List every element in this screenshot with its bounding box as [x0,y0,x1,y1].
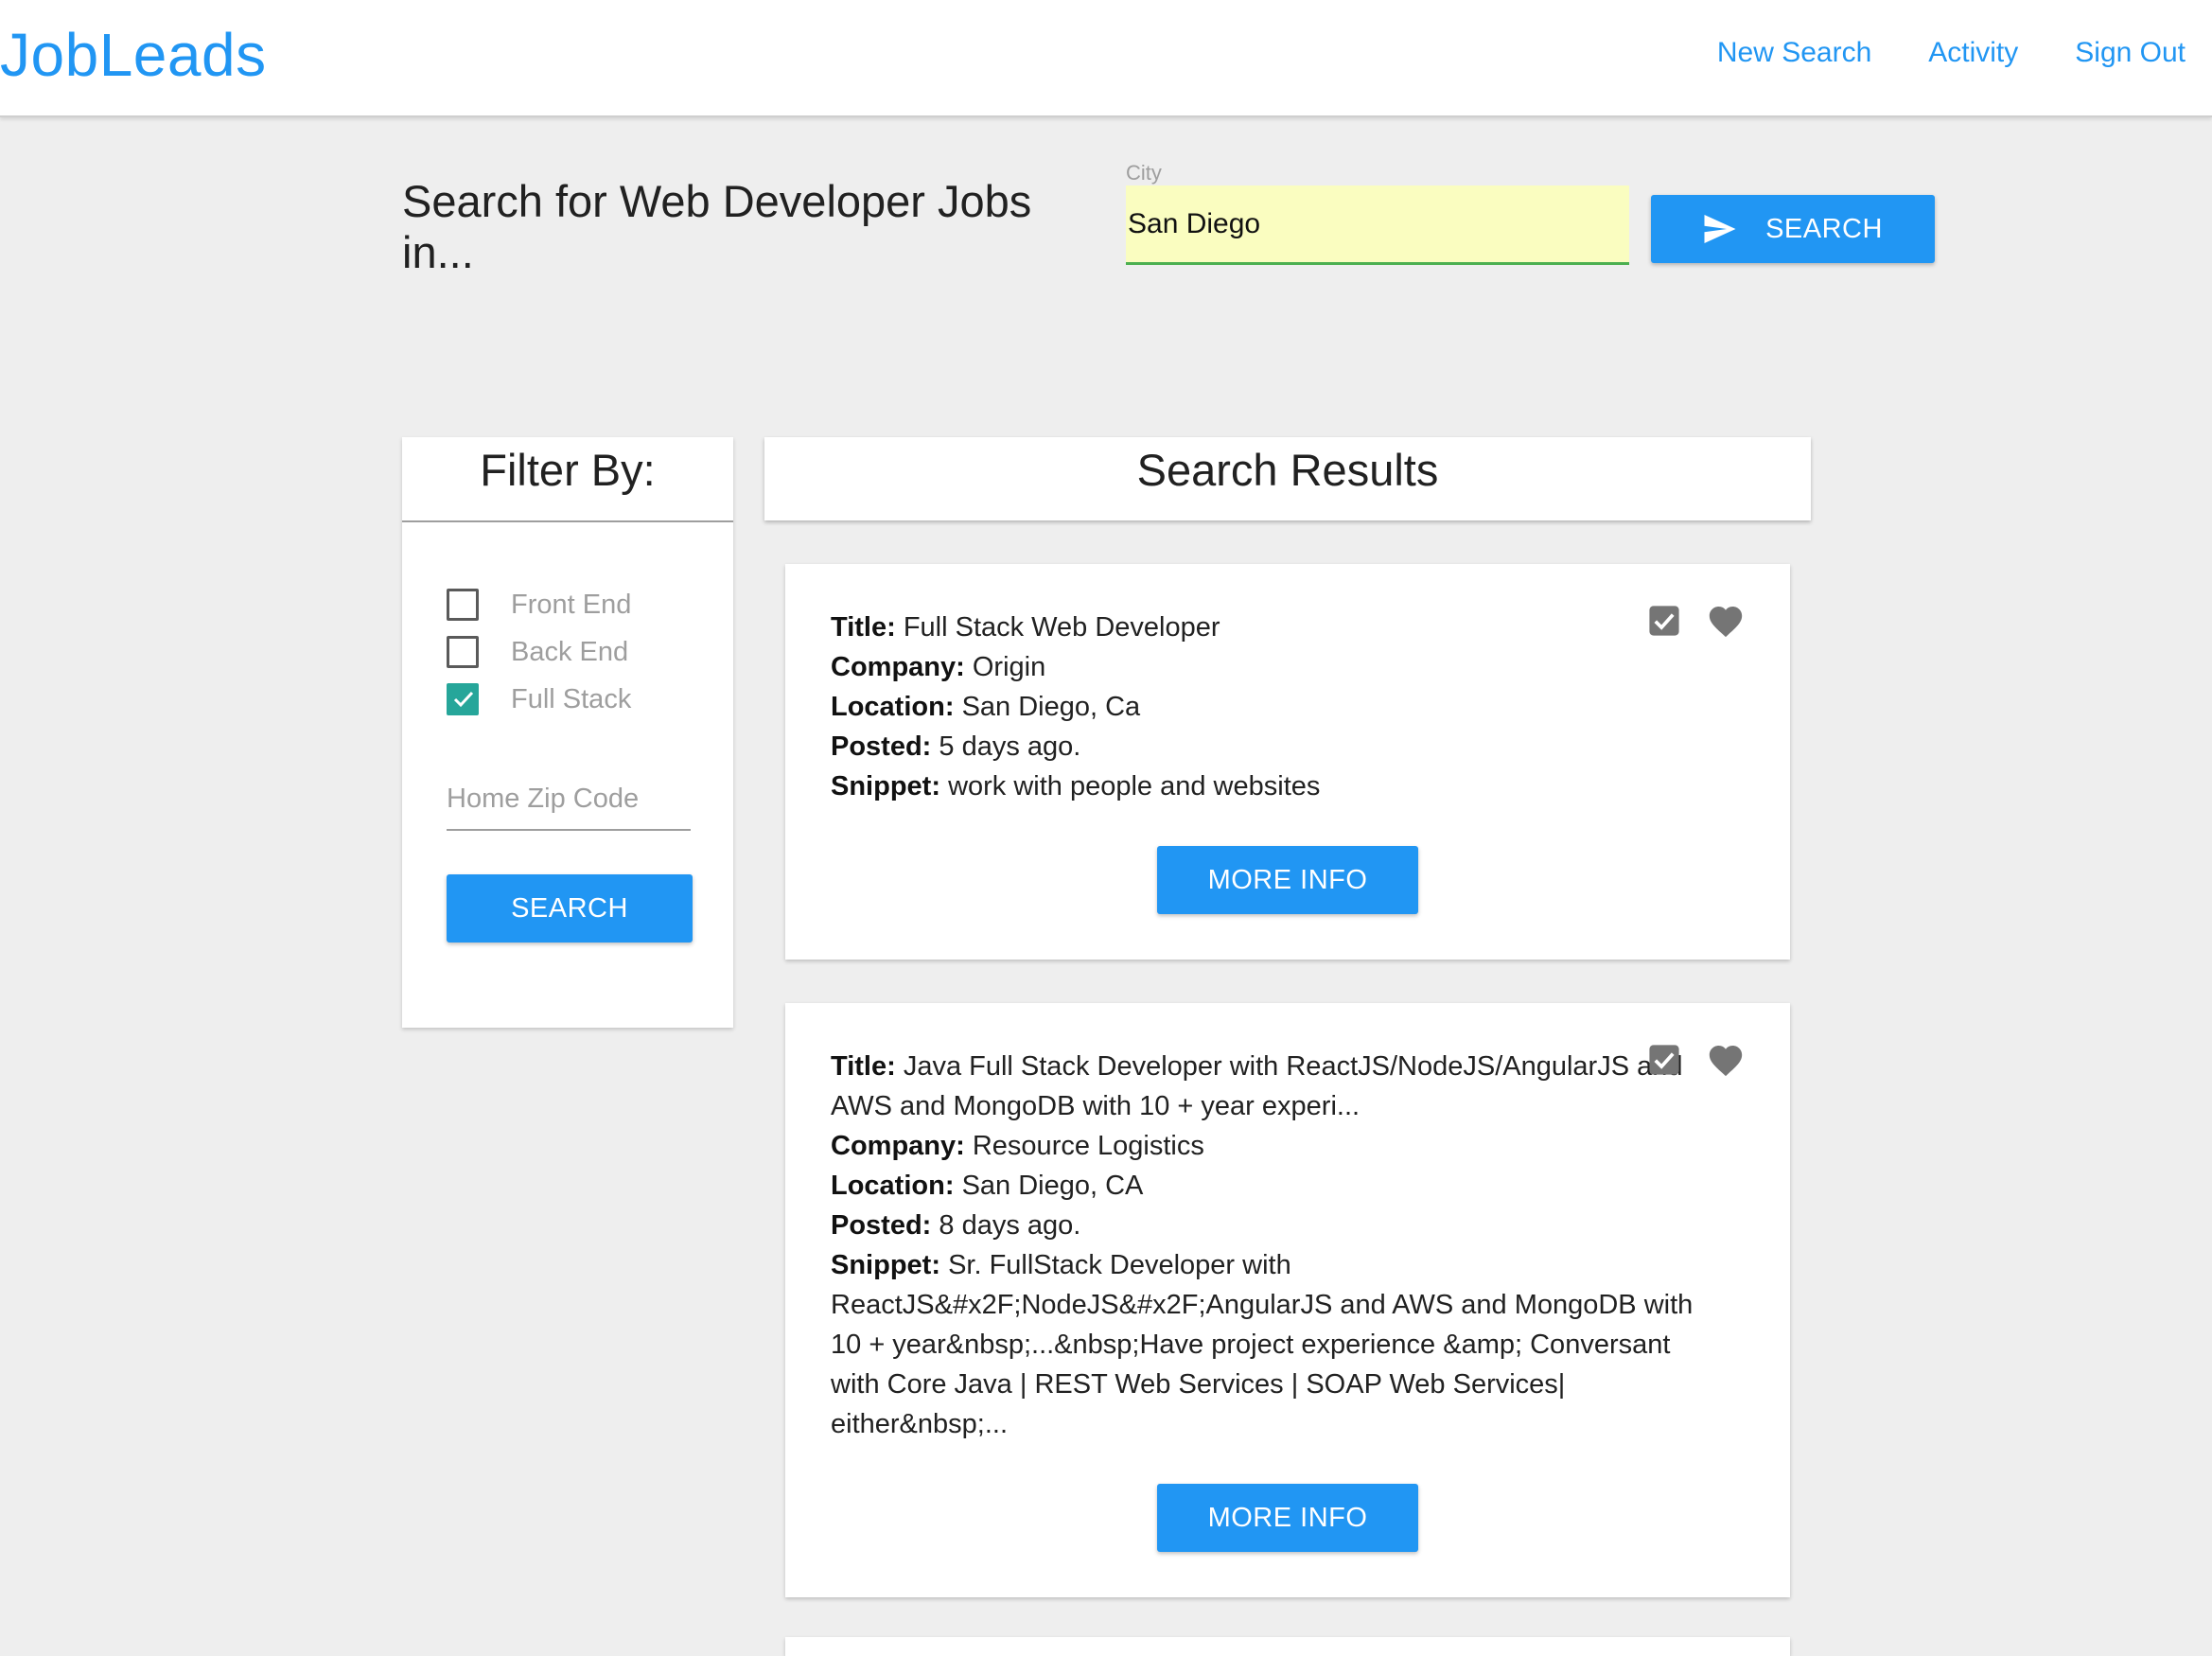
favorite-heart-icon[interactable] [1707,1043,1745,1082]
top-nav: New Search Activity Sign Out [1717,34,2186,72]
job-card [785,1637,1790,1656]
job-posted-row: Posted: 5 days ago. [831,727,1682,766]
back-end-checkbox[interactable] [447,636,479,668]
front-end-label: Front End [511,589,632,620]
job-company: Resource Logistics [972,1131,1204,1161]
filter-panel: Filter By: Front End Back End Full Stack… [402,437,733,1028]
mark-applied-check-icon[interactable] [1648,605,1680,642]
job-fields: Title: Java Full Stack Developer with Re… [831,1047,1701,1444]
field-label: Title: [831,1051,896,1082]
filter-option-front-end[interactable]: Front End [447,581,631,628]
job-location: San Diego, Ca [961,692,1141,722]
favorite-heart-icon[interactable] [1707,604,1745,643]
results-header: Search Results [764,437,1811,520]
job-company: Origin [972,652,1046,682]
front-end-checkbox[interactable] [447,589,479,621]
job-title-row: Title: Full Stack Web Developer [831,608,1682,647]
field-label: Location: [831,692,955,722]
field-label: Company: [831,652,965,682]
filter-option-back-end[interactable]: Back End [447,628,631,676]
nav-activity[interactable]: Activity [1928,34,2018,72]
city-input[interactable] [1126,185,1629,265]
send-icon [1703,215,1737,243]
more-info-button[interactable]: MORE INFO [1157,846,1418,914]
job-title: Java Full Stack Developer with ReactJS/N… [831,1051,1683,1121]
job-snippet-row: Snippet: work with people and websites [831,766,1682,806]
city-search-button[interactable]: SEARCH [1651,195,1935,263]
card-actions [1648,604,1745,643]
job-posted: 5 days ago. [939,731,1081,762]
job-posted-row: Posted: 8 days ago. [831,1206,1701,1245]
card-actions [1648,1043,1745,1082]
field-label: Title: [831,612,896,643]
job-snippet: Sr. FullStack Developer with ReactJS&#x2… [831,1250,1694,1439]
back-end-label: Back End [511,636,629,667]
field-label: Posted: [831,731,932,762]
city-search-button-label: SEARCH [1765,213,1883,244]
field-label: Snippet: [831,1250,940,1280]
job-company-row: Company: Resource Logistics [831,1126,1701,1166]
field-label: Company: [831,1131,965,1161]
field-label: Location: [831,1171,955,1201]
search-heading: Search for Web Developer Jobs in... [402,176,1032,277]
job-title: Full Stack Web Developer [903,612,1220,643]
brand-logo[interactable]: JobLeads [0,15,267,95]
job-location-row: Location: San Diego, Ca [831,687,1682,727]
full-stack-checkbox[interactable] [447,683,479,715]
more-info-button[interactable]: MORE INFO [1157,1484,1418,1552]
app-header: JobLeads New Search Activity Sign Out [0,0,2212,117]
job-card: Title: Java Full Stack Developer with Re… [785,1003,1790,1597]
field-label: Snippet: [831,771,940,802]
job-location-row: Location: San Diego, CA [831,1166,1701,1206]
mark-applied-check-icon[interactable] [1648,1044,1680,1081]
full-stack-label: Full Stack [511,683,632,714]
job-snippet-row: Snippet: Sr. FullStack Developer with Re… [831,1245,1701,1444]
job-title-row: Title: Java Full Stack Developer with Re… [831,1047,1701,1126]
city-label: City [1126,161,1162,185]
job-card: Title: Full Stack Web Developer Company:… [785,564,1790,960]
job-location: San Diego, CA [961,1171,1144,1201]
nav-new-search[interactable]: New Search [1717,34,1871,72]
filter-checkbox-list: Front End Back End Full Stack [447,581,631,723]
nav-sign-out[interactable]: Sign Out [2075,34,2186,72]
filter-option-full-stack[interactable]: Full Stack [447,676,631,723]
job-posted: 8 days ago. [939,1210,1081,1241]
filter-search-button[interactable]: SEARCH [447,874,693,943]
checkmark-icon [453,691,474,708]
job-snippet: work with people and websites [948,771,1321,802]
filter-title: Filter By: [402,437,733,522]
job-fields: Title: Full Stack Web Developer Company:… [831,608,1682,806]
field-label: Posted: [831,1210,932,1241]
job-company-row: Company: Origin [831,647,1682,687]
zip-code-input[interactable] [447,768,691,831]
